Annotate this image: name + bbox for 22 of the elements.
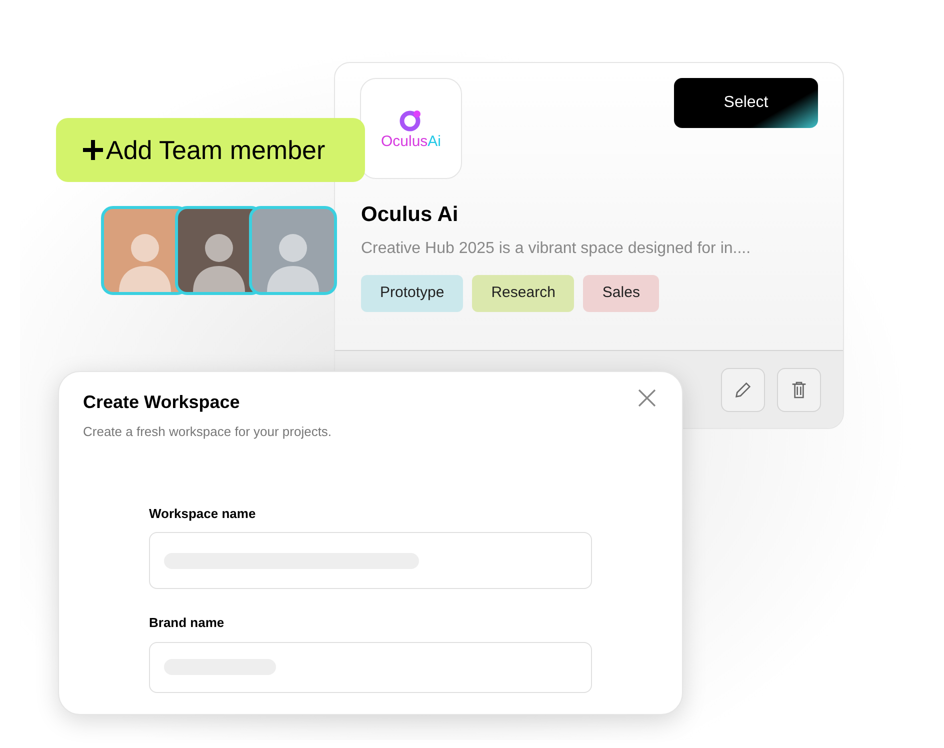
- close-button[interactable]: [636, 387, 658, 409]
- pencil-icon: [733, 380, 753, 400]
- logo-text: Ai: [428, 134, 442, 149]
- add-team-member-button[interactable]: Add Team member: [56, 118, 365, 182]
- input-field[interactable]: [149, 642, 592, 692]
- plus-icon: [82, 139, 104, 161]
- input-field[interactable]: [149, 532, 592, 589]
- edit-button[interactable]: [721, 368, 765, 412]
- logo-text: Oculus: [380, 134, 428, 149]
- dialog-subtitle: Create a fresh workspace for your projects.: [83, 423, 332, 441]
- logo-ring-icon: [399, 108, 423, 132]
- project-title: Oculus Ai: [360, 202, 460, 228]
- tag: Research: [472, 274, 574, 312]
- select-button[interactable]: Select: [674, 78, 818, 128]
- field-label: Brand name: [149, 614, 226, 632]
- project-description: Creative Hub 2025 is a vibrant space designed for in....: [360, 238, 752, 258]
- close-icon: [637, 388, 657, 408]
- delete-button[interactable]: [777, 368, 821, 412]
- tag: Sales: [583, 274, 659, 312]
- tag: Prototype: [361, 274, 464, 312]
- dialog-title: Create Workspace: [83, 391, 241, 414]
- field-label: Workspace name: [149, 504, 257, 523]
